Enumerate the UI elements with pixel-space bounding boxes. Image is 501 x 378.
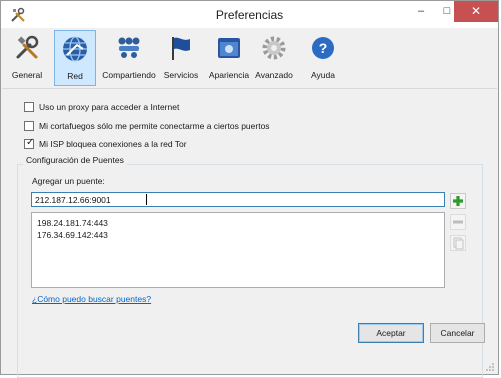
tab-red-label: Red	[67, 71, 83, 81]
list-item[interactable]: 176.34.69.142:443	[37, 230, 108, 240]
bridges-group-title: Configuración de Puentes	[23, 155, 127, 165]
tab-compartiendo[interactable]: Compartiendo	[101, 30, 157, 86]
tab-ayuda[interactable]: ? Ayuda	[304, 30, 342, 86]
sharing-people-icon	[118, 37, 140, 58]
tools-icon	[16, 35, 39, 59]
tab-red[interactable]: Red	[54, 30, 96, 86]
title-bar: Preferencias – □ ✕	[1, 1, 498, 28]
gear-icon	[262, 36, 286, 60]
resize-grip-icon[interactable]	[485, 362, 495, 372]
add-bridge-input[interactable]	[31, 192, 445, 207]
firewall-checkbox[interactable]	[24, 121, 34, 131]
tab-ayuda-label: Ayuda	[311, 70, 335, 80]
tab-avanzado-label: Avanzado	[255, 70, 293, 80]
isp-block-label: Mi ISP bloquea conexiones a la red Tor	[39, 139, 187, 149]
tab-apariencia-label: Apariencia	[208, 70, 250, 80]
tab-avanzado[interactable]: Avanzado	[253, 30, 295, 86]
remove-bridge-button[interactable]	[450, 214, 466, 230]
cancel-button[interactable]: Cancelar	[430, 323, 485, 343]
flag-icon	[172, 37, 190, 60]
appearance-window-icon	[218, 38, 240, 58]
minimize-button[interactable]: –	[408, 1, 434, 22]
bridge-list[interactable]: 198.24.181.74:443 176.34.69.142:443	[31, 212, 445, 288]
network-globe-icon	[63, 36, 87, 62]
close-button[interactable]: ✕	[454, 1, 498, 22]
find-bridges-link[interactable]: ¿Cómo puedo buscar puentes?	[32, 294, 151, 304]
text-caret	[146, 194, 147, 205]
proxy-label: Uso un proxy para acceder a Internet	[39, 102, 180, 112]
tab-general-label: General	[11, 70, 43, 80]
help-icon: ?	[312, 37, 334, 59]
tab-compartiendo-label: Compartiendo	[102, 70, 156, 80]
svg-text:?: ?	[319, 40, 328, 56]
check-mark-icon: ✓	[26, 137, 35, 148]
accept-button[interactable]: Aceptar	[358, 323, 424, 343]
tab-general[interactable]: General	[6, 30, 48, 86]
list-item[interactable]: 198.24.181.74:443	[37, 218, 108, 228]
firewall-label: Mi cortafuegos sólo me permite conectarm…	[39, 121, 270, 131]
proxy-checkbox[interactable]	[24, 102, 34, 112]
tab-apariencia[interactable]: Apariencia	[205, 30, 253, 86]
add-bridge-label: Agregar un puente:	[32, 176, 105, 186]
network-panel: Uso un proxy para acceder a Internet Mi …	[10, 91, 491, 378]
isp-block-checkbox[interactable]: ✓	[24, 137, 35, 149]
tab-servicios-label: Servicios	[163, 70, 199, 80]
copy-bridge-button[interactable]	[450, 235, 466, 251]
add-bridge-button[interactable]	[450, 193, 466, 209]
preferences-toolbar: General Red Compartiendo Servicios Apari…	[2, 28, 497, 89]
tab-servicios[interactable]: Servicios	[162, 30, 200, 86]
preferences-window: Preferencias – □ ✕ General Red Compartie…	[0, 0, 499, 378]
